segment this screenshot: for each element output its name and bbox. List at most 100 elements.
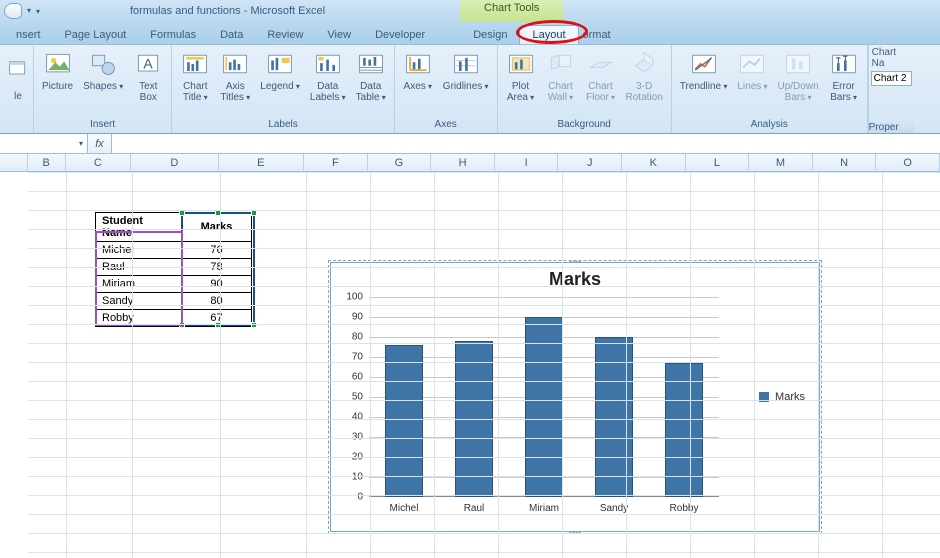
text-box-button[interactable]: A Text Box — [129, 47, 167, 105]
tab-layout[interactable]: Layout — [519, 25, 578, 44]
column-header[interactable]: E — [219, 154, 304, 171]
rotation-icon — [629, 49, 659, 79]
data-table-icon — [356, 49, 386, 79]
plot-area[interactable]: 0102030405060708090100MichelRaulMiriamSa… — [369, 297, 719, 497]
cells-layer: Student Name Marks Michel76 Raul78 Miria… — [28, 172, 940, 558]
chart-title-icon — [180, 49, 210, 79]
table-header-name[interactable]: Student Name — [96, 213, 182, 242]
tab-review[interactable]: Review — [255, 26, 315, 44]
tab-formulas[interactable]: Formulas — [138, 26, 208, 44]
fx-icon[interactable]: fx — [88, 134, 112, 153]
legend-button[interactable]: Legend — [256, 47, 304, 94]
column-header[interactable]: G — [368, 154, 432, 171]
svg-text:A: A — [144, 55, 154, 71]
lines-button[interactable]: Lines — [733, 47, 771, 94]
y-tick: 30 — [339, 432, 363, 443]
chart-bar[interactable] — [595, 337, 633, 497]
column-header[interactable]: F — [304, 154, 368, 171]
y-tick: 80 — [339, 332, 363, 343]
name-box[interactable] — [0, 134, 88, 153]
chart-tools-contextual-tab: Chart Tools — [460, 0, 563, 22]
shapes-button[interactable]: Shapes — [79, 47, 127, 94]
quick-access-toolbar: ▾ — [0, 3, 40, 19]
axes-button[interactable]: Axes — [399, 47, 437, 94]
column-header[interactable]: B — [28, 154, 66, 171]
x-tick-label: Miriam — [514, 503, 574, 514]
plot-area-button[interactable]: Plot Area — [502, 47, 540, 105]
x-tick-label: Robby — [654, 503, 714, 514]
table-row: Sandy80 — [96, 293, 252, 310]
ribbon-tabs: nsert Page Layout Formulas Data Review V… — [0, 22, 940, 44]
data-labels-icon — [313, 49, 343, 79]
document-title: formulas and functions - Microsoft Excel — [130, 5, 325, 17]
tab-format[interactable]: ormat — [579, 26, 623, 44]
rotation-button[interactable]: 3-D Rotation — [622, 47, 667, 105]
chart-bar[interactable] — [385, 345, 423, 497]
embedded-chart[interactable]: Marks 0102030405060708090100MichelRaulMi… — [330, 262, 820, 532]
column-header[interactable]: L — [686, 154, 750, 171]
table-header-marks[interactable]: Marks — [182, 213, 252, 242]
ribbon-group-labels: Chart Title Axis Titles Legend Data Labe… — [172, 45, 395, 133]
chart-wall-button[interactable]: Chart Wall — [542, 47, 580, 105]
y-tick: 10 — [339, 472, 363, 483]
axis-titles-icon — [220, 49, 250, 79]
tab-data[interactable]: Data — [208, 26, 255, 44]
data-labels-button[interactable]: Data Labels — [306, 47, 350, 105]
column-headers: BCDEFGHIJKLMNO — [0, 154, 940, 172]
column-header[interactable]: I — [495, 154, 559, 171]
qat-menu-icon[interactable] — [4, 3, 22, 19]
text-box-icon: A — [133, 49, 163, 79]
trendline-button[interactable]: Trendline — [676, 47, 732, 94]
column-header[interactable]: N — [813, 154, 877, 171]
chart-floor-icon — [586, 49, 616, 79]
y-tick: 0 — [339, 492, 363, 503]
column-header[interactable]: D — [131, 154, 218, 171]
chart-bar[interactable] — [525, 317, 563, 497]
tab-view[interactable]: View — [315, 26, 363, 44]
legend-label: Marks — [775, 391, 805, 403]
chart-legend[interactable]: Marks — [759, 391, 805, 403]
column-header[interactable]: O — [876, 154, 940, 171]
gridlines-button[interactable]: Gridlines — [439, 47, 493, 94]
tab-page-layout[interactable]: Page Layout — [52, 26, 138, 44]
chart-title-button[interactable]: Chart Title — [176, 47, 214, 105]
chart-floor-button[interactable]: Chart Floor — [582, 47, 620, 105]
ribbon-group-background: Plot Area Chart Wall Chart Floor 3-D Rot… — [498, 45, 672, 133]
column-header[interactable]: K — [622, 154, 686, 171]
y-tick: 90 — [339, 312, 363, 323]
chart-name-label: Chart Na — [869, 45, 914, 71]
data-table-button[interactable]: Data Table — [352, 47, 390, 105]
y-tick: 70 — [339, 352, 363, 363]
column-header[interactable]: C — [66, 154, 132, 171]
plot-area-icon — [506, 49, 536, 79]
formula-bar: fx — [0, 134, 940, 154]
ribbon-group-analysis: Trendline Lines Up/Down Bars Error Bars … — [672, 45, 868, 133]
ribbon: le Picture Shapes A Text Box Insert — [0, 44, 940, 134]
chart-name-input[interactable]: Chart 2 — [871, 71, 912, 86]
column-header[interactable]: H — [431, 154, 495, 171]
tab-insert[interactable]: nsert — [4, 26, 52, 44]
picture-button[interactable]: Picture — [38, 47, 77, 94]
axis-titles-button[interactable]: Axis Titles — [216, 47, 254, 105]
worksheet-grid[interactable]: Student Name Marks Michel76 Raul78 Miria… — [0, 172, 940, 558]
trendline-icon — [689, 49, 719, 79]
x-tick-label: Sandy — [584, 503, 644, 514]
column-header[interactable]: M — [749, 154, 813, 171]
picture-icon — [43, 49, 73, 79]
tab-developer[interactable]: Developer — [363, 26, 437, 44]
chart-wall-icon — [546, 49, 576, 79]
updown-bars-button[interactable]: Up/Down Bars — [774, 47, 823, 105]
gridlines-icon — [451, 49, 481, 79]
lines-icon — [737, 49, 767, 79]
column-header[interactable]: J — [558, 154, 622, 171]
updown-icon — [783, 49, 813, 79]
select-all-corner[interactable] — [0, 154, 28, 171]
title-bar: ▾ formulas and functions - Microsoft Exc… — [0, 0, 940, 22]
formula-input[interactable] — [112, 134, 940, 153]
axes-icon — [403, 49, 433, 79]
ribbon-group-properties: Chart Na Chart 2 Proper — [868, 45, 914, 133]
current-selection-button[interactable]: le — [4, 47, 32, 104]
tab-design[interactable]: Design — [461, 26, 519, 44]
error-bars-button[interactable]: Error Bars — [825, 47, 863, 105]
legend-icon — [265, 49, 295, 79]
